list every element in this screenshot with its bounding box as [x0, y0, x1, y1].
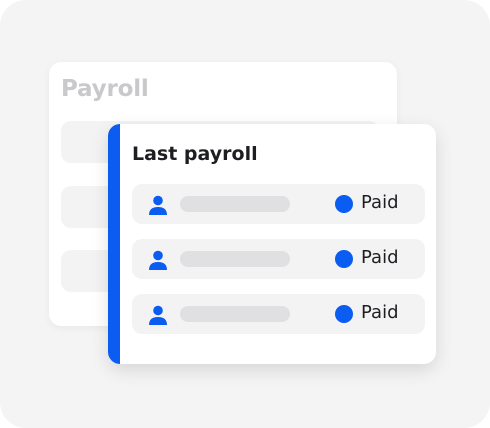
- name-placeholder: [180, 306, 290, 322]
- payroll-card-title: Payroll: [61, 76, 149, 102]
- last-payroll-card: Last payroll Paid Paid Paid: [108, 124, 436, 364]
- user-icon: [149, 305, 167, 325]
- status-dot: [335, 250, 353, 268]
- status-label: Paid: [361, 302, 399, 323]
- illustration-frame: Payroll Last payroll Paid Paid Paid: [0, 0, 490, 428]
- name-placeholder: [180, 196, 290, 212]
- payroll-row[interactable]: Paid: [132, 294, 425, 334]
- user-icon: [149, 195, 167, 215]
- status-dot: [335, 305, 353, 323]
- accent-bar: [108, 124, 120, 364]
- status-dot: [335, 195, 353, 213]
- payroll-row[interactable]: Paid: [132, 239, 425, 279]
- user-icon: [149, 250, 167, 270]
- name-placeholder: [180, 251, 290, 267]
- status-label: Paid: [361, 192, 399, 213]
- last-payroll-title: Last payroll: [132, 143, 258, 165]
- payroll-row[interactable]: Paid: [132, 184, 425, 224]
- status-label: Paid: [361, 247, 399, 268]
